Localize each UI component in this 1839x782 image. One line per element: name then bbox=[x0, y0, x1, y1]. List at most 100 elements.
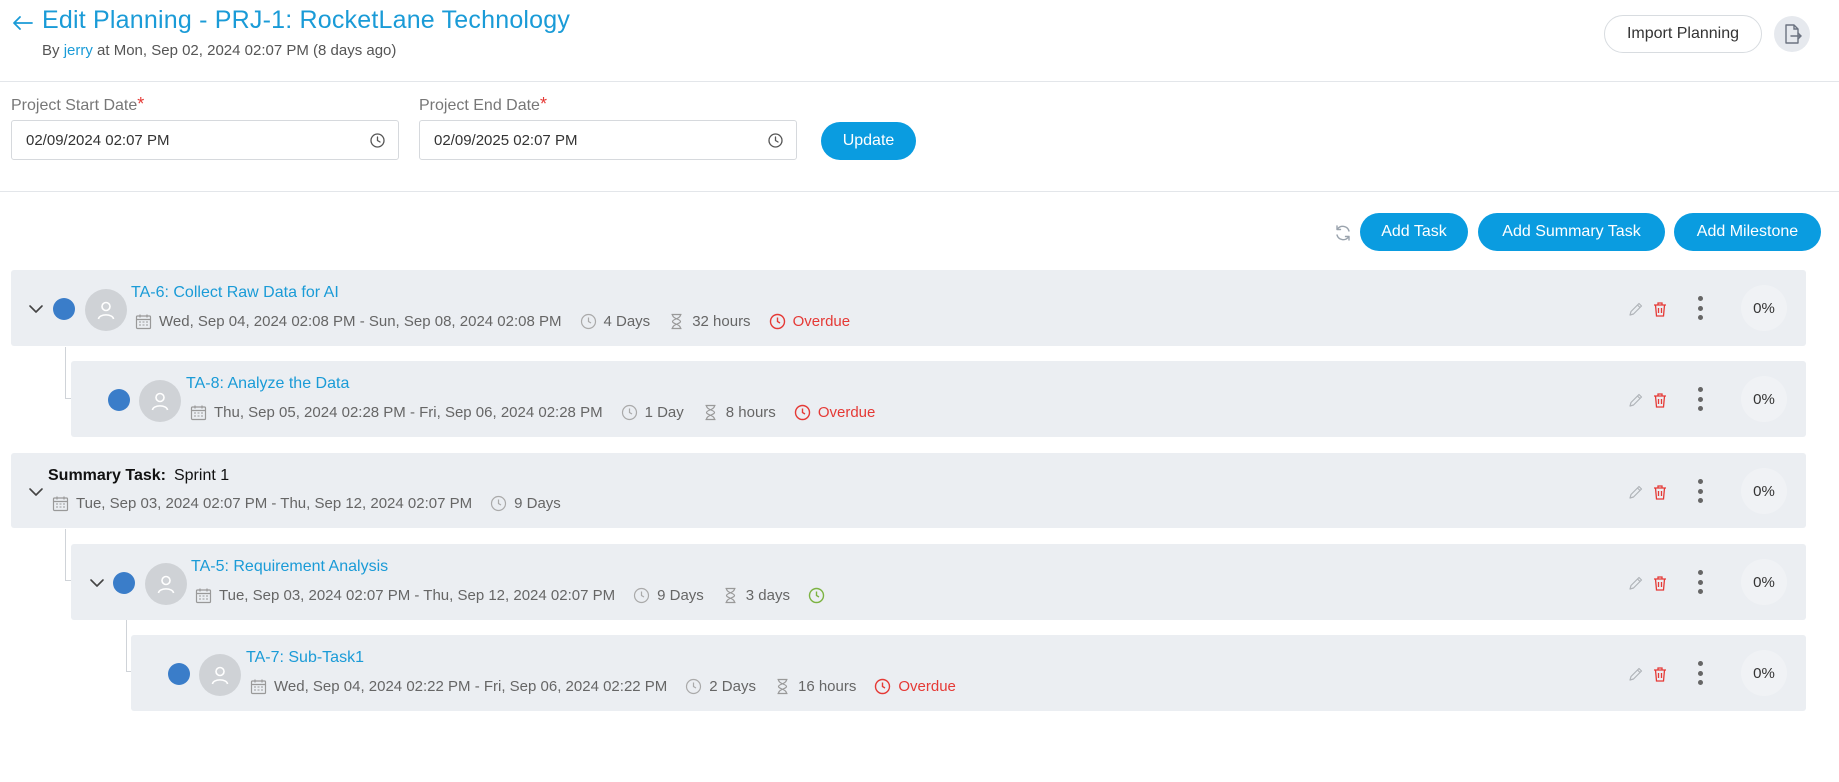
user-icon bbox=[151, 392, 169, 411]
summary-task-prefix: Summary Task: bbox=[48, 467, 166, 484]
hours: 3 days bbox=[745, 587, 790, 604]
chevron-down-icon[interactable] bbox=[27, 300, 45, 318]
progress-percent: 0% bbox=[1741, 285, 1787, 331]
progress-percent: 0% bbox=[1741, 650, 1787, 696]
trash-icon[interactable] bbox=[1652, 301, 1668, 317]
end-date-label-text: Project End Date bbox=[419, 97, 540, 114]
edit-icon[interactable] bbox=[1628, 484, 1644, 500]
more-options-icon[interactable] bbox=[1694, 479, 1706, 503]
user-icon bbox=[97, 301, 115, 320]
hours: 8 hours bbox=[725, 404, 776, 421]
task-title-link[interactable]: TA-6: Collect Raw Data for AI bbox=[131, 284, 339, 302]
export-button[interactable] bbox=[1774, 16, 1810, 52]
more-options-icon[interactable] bbox=[1694, 387, 1706, 411]
back-arrow-icon[interactable] bbox=[10, 10, 36, 36]
trash-icon[interactable] bbox=[1652, 575, 1668, 591]
progress-percent: 0% bbox=[1741, 468, 1787, 514]
date-range: Tue, Sep 03, 2024 02:07 PM - Thu, Sep 12… bbox=[219, 587, 616, 604]
hours: 16 hours bbox=[797, 678, 857, 695]
summary-task-row: Summary Task: Sprint 1 Tue, Sep 03, 2024 … bbox=[11, 453, 1806, 528]
task-meta: Tue, Sep 03, 2024 02:07 PM - Thu, Sep 12… bbox=[195, 587, 832, 604]
summary-task-title: Summary Task: Sprint 1 bbox=[48, 467, 229, 485]
task-meta: Wed, Sep 04, 2024 02:08 PM - Sun, Sep 08… bbox=[135, 313, 850, 330]
page-title: Edit Planning - PRJ-1: RocketLane Techno… bbox=[42, 6, 571, 34]
progress-percent: 0% bbox=[1741, 376, 1787, 422]
more-options-icon[interactable] bbox=[1694, 570, 1706, 594]
page-header: Edit Planning - PRJ-1: RocketLane Techno… bbox=[0, 0, 1839, 82]
avatar bbox=[139, 380, 181, 422]
date-range: Wed, Sep 04, 2024 02:08 PM - Sun, Sep 08… bbox=[159, 313, 562, 330]
task-title-link[interactable]: TA-7: Sub-Task1 bbox=[246, 649, 364, 667]
overdue-clock-icon bbox=[875, 678, 891, 695]
trash-icon[interactable] bbox=[1652, 484, 1668, 500]
status-dot bbox=[168, 663, 190, 685]
task-title-link[interactable]: TA-8: Analyze the Data bbox=[186, 375, 349, 393]
end-date-input[interactable]: 02/09/2025 02:07 PM bbox=[419, 120, 797, 160]
overdue-clock-icon bbox=[794, 404, 811, 421]
start-date-value: 02/09/2024 02:07 PM bbox=[26, 131, 170, 149]
user-icon bbox=[157, 575, 175, 594]
chevron-down-icon[interactable] bbox=[27, 483, 45, 501]
chevron-down-icon[interactable] bbox=[88, 574, 106, 592]
status-dot bbox=[108, 389, 130, 411]
duration: 1 Day bbox=[644, 404, 684, 421]
required-mark: * bbox=[539, 94, 547, 114]
hourglass-icon bbox=[671, 313, 682, 330]
edit-icon[interactable] bbox=[1628, 666, 1644, 682]
duration: 4 Days bbox=[603, 313, 651, 330]
clock-icon bbox=[634, 587, 650, 604]
update-button[interactable]: Update bbox=[821, 122, 916, 160]
overdue-clock-icon bbox=[769, 313, 785, 330]
trash-icon[interactable] bbox=[1652, 666, 1668, 682]
task-row: TA-5: Requirement Analysis Tue, Sep 03, … bbox=[71, 544, 1806, 620]
avatar bbox=[145, 563, 187, 605]
hourglass-icon bbox=[705, 404, 716, 421]
task-row: TA-8: Analyze the Data Thu, Sep 05, 2024… bbox=[71, 361, 1806, 437]
duration: 9 Days bbox=[657, 587, 704, 604]
calendar-icon bbox=[250, 679, 267, 695]
clock-icon bbox=[621, 404, 637, 421]
calendar-icon bbox=[52, 496, 69, 512]
status-overdue: Overdue bbox=[898, 678, 956, 695]
refresh-icon[interactable] bbox=[1333, 223, 1353, 243]
start-date-label-text: Project Start Date bbox=[11, 97, 138, 114]
task-title-link[interactable]: TA-5: Requirement Analysis bbox=[191, 558, 388, 576]
duration: 9 Days bbox=[514, 495, 561, 512]
end-date-value: 02/09/2025 02:07 PM bbox=[434, 131, 578, 149]
add-milestone-button[interactable]: Add Milestone bbox=[1674, 213, 1821, 251]
task-meta: Thu, Sep 05, 2024 02:28 PM - Fri, Sep 06… bbox=[190, 404, 875, 421]
progress-percent: 0% bbox=[1741, 559, 1787, 605]
by-prefix: By bbox=[42, 42, 60, 59]
trash-icon[interactable] bbox=[1652, 392, 1668, 408]
hourglass-icon bbox=[725, 587, 736, 604]
add-summary-task-button[interactable]: Add Summary Task bbox=[1478, 213, 1665, 251]
clock-icon bbox=[686, 678, 702, 695]
task-row: TA-7: Sub-Task1 Wed, Sep 04, 2024 02:22 … bbox=[131, 635, 1806, 711]
clock-icon[interactable] bbox=[767, 132, 784, 149]
user-link[interactable]: jerry bbox=[64, 42, 93, 59]
user-icon bbox=[211, 666, 229, 685]
on-track-clock-icon bbox=[808, 587, 825, 604]
hourglass-icon bbox=[777, 678, 788, 695]
date-range: Thu, Sep 05, 2024 02:28 PM - Fri, Sep 06… bbox=[214, 404, 603, 421]
add-task-button[interactable]: Add Task bbox=[1360, 213, 1468, 251]
edit-icon[interactable] bbox=[1628, 392, 1644, 408]
edit-icon[interactable] bbox=[1628, 301, 1644, 317]
page-subtitle: By jerry at Mon, Sep 02, 2024 02:07 PM (… bbox=[42, 42, 396, 59]
avatar bbox=[85, 289, 127, 331]
edit-icon[interactable] bbox=[1628, 575, 1644, 591]
start-date-label: Project Start Date* bbox=[11, 94, 144, 115]
task-row: TA-6: Collect Raw Data for AI Wed, Sep 0… bbox=[11, 270, 1806, 346]
status-overdue: Overdue bbox=[817, 404, 876, 421]
summary-task-name: Sprint 1 bbox=[173, 467, 230, 484]
import-planning-button[interactable]: Import Planning bbox=[1604, 15, 1762, 53]
date-range: Wed, Sep 04, 2024 02:22 PM - Fri, Sep 06… bbox=[274, 678, 668, 695]
timestamp: at Mon, Sep 02, 2024 02:07 PM (8 days ag… bbox=[97, 42, 397, 59]
more-options-icon[interactable] bbox=[1694, 296, 1706, 320]
clock-icon bbox=[491, 495, 507, 512]
end-date-label: Project End Date* bbox=[419, 94, 547, 115]
avatar bbox=[199, 654, 241, 696]
more-options-icon[interactable] bbox=[1694, 661, 1706, 685]
start-date-input[interactable]: 02/09/2024 02:07 PM bbox=[11, 120, 399, 160]
clock-icon[interactable] bbox=[369, 132, 386, 149]
